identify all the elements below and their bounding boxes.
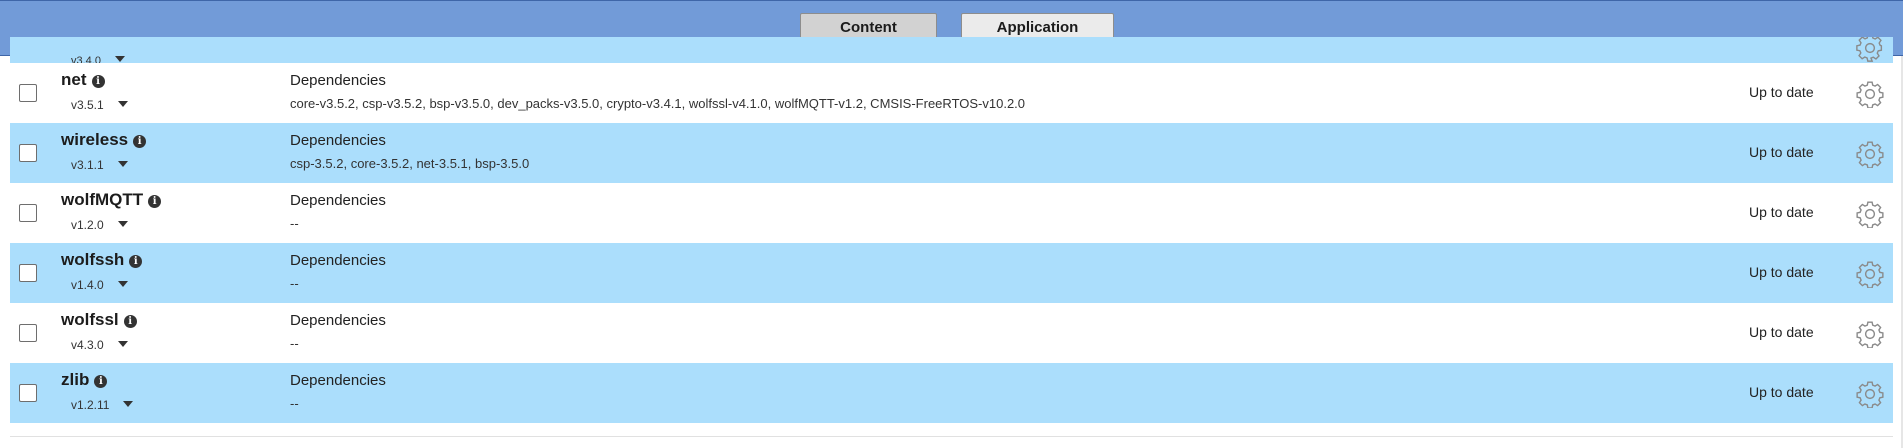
dependencies-list: csp-3.5.2, core-3.5.2, net-3.5.1, bsp-3.… — [290, 156, 530, 171]
dependencies-list: core-v3.5.2, csp-v3.5.2, bsp-v3.5.0, dev… — [290, 96, 1026, 111]
status-text: Up to date — [1749, 324, 1814, 340]
caret-down-icon — [117, 281, 128, 287]
gear-icon[interactable] — [1856, 380, 1884, 408]
gear-icon[interactable] — [1856, 140, 1884, 168]
dependencies-list: -- — [290, 396, 299, 411]
caret-down-icon — [123, 401, 134, 407]
select-checkbox[interactable] — [19, 384, 37, 402]
gear-icon[interactable] — [1856, 200, 1884, 228]
version-dropdown[interactable]: v3.1.1 — [71, 158, 128, 172]
package-row: zlib i v1.2.11 Dependencies -- Up to date — [10, 363, 1893, 423]
version-dropdown[interactable]: v4.3.0 — [71, 338, 128, 352]
gear-icon[interactable] — [1856, 320, 1884, 348]
version-dropdown[interactable]: v3.5.1 — [71, 98, 128, 112]
version-dropdown[interactable]: v1.2.0 — [71, 218, 128, 232]
select-checkbox[interactable] — [19, 264, 37, 282]
caret-down-icon — [117, 341, 128, 347]
status-text: Up to date — [1749, 384, 1814, 400]
package-name-text: wolfMQTT — [61, 190, 144, 209]
version-text: v1.2.11 — [71, 398, 110, 412]
package-name-text: net — [61, 70, 87, 89]
caret-down-icon — [117, 161, 128, 167]
package-row: wireless i v3.1.1 Dependencies csp-3.5.2,… — [10, 123, 1893, 183]
select-checkbox[interactable] — [19, 84, 37, 102]
info-icon[interactable]: i — [129, 255, 143, 268]
dependencies-label: Dependencies — [290, 312, 386, 329]
status-text: Up to date — [1749, 264, 1814, 280]
package-name-text: wolfssl — [61, 310, 119, 329]
info-icon[interactable]: i — [133, 135, 147, 148]
package-name: zlib i — [61, 370, 108, 390]
package-name: net i — [61, 70, 105, 90]
gear-icon[interactable] — [1856, 37, 1884, 62]
gear-icon[interactable] — [1856, 80, 1884, 108]
version-text: v1.2.0 — [71, 218, 104, 232]
version-text: v4.3.0 — [71, 338, 104, 352]
info-icon[interactable]: i — [123, 315, 137, 328]
status-text: Up to date — [1749, 84, 1814, 100]
package-name: wolfssl i — [61, 310, 137, 330]
dependencies-list: -- — [290, 276, 299, 291]
info-icon[interactable]: i — [94, 375, 108, 388]
package-name-text: wolfssh — [61, 250, 125, 269]
dependencies-label: Dependencies — [290, 132, 386, 149]
package-row: net i v3.5.1 Dependencies core-v3.5.2, cs… — [10, 63, 1893, 123]
version-text: v1.4.0 — [71, 278, 104, 292]
gear-icon[interactable] — [1856, 260, 1884, 288]
dependencies-label: Dependencies — [290, 372, 386, 389]
info-icon[interactable]: i — [148, 195, 162, 208]
info-icon[interactable]: i — [91, 75, 105, 88]
package-name: wolfMQTT i — [61, 190, 162, 210]
version-text: v3.5.1 — [71, 98, 104, 112]
version-text: v3.1.1 — [71, 158, 104, 172]
package-row: wolfssh i v1.4.0 Dependencies -- Up to da… — [10, 243, 1893, 303]
package-name: wolfssh i — [61, 250, 143, 270]
package-name-text: zlib — [61, 370, 90, 389]
caret-down-icon — [117, 221, 128, 227]
dependencies-list: -- — [290, 216, 299, 231]
package-row: wolfMQTT i v1.2.0 Dependencies -- Up to d… — [10, 183, 1893, 243]
dependencies-label: Dependencies — [290, 72, 386, 89]
list-bottom-border — [10, 436, 1893, 437]
caret-down-icon — [114, 56, 125, 62]
dependencies-label: Dependencies — [290, 252, 386, 269]
status-text: Up to date — [1749, 144, 1814, 160]
package-name: wireless i — [61, 130, 147, 150]
select-checkbox[interactable] — [19, 204, 37, 222]
select-checkbox[interactable] — [19, 324, 37, 342]
dependencies-list: -- — [290, 336, 299, 351]
package-row: wolfssl i v4.3.0 Dependencies -- Up to da… — [10, 303, 1893, 363]
status-text: Up to date — [1749, 204, 1814, 220]
dependencies-label: Dependencies — [290, 192, 386, 209]
package-name-text: wireless — [61, 130, 129, 149]
version-dropdown[interactable]: v1.4.0 — [71, 278, 128, 292]
select-checkbox[interactable] — [19, 144, 37, 162]
caret-down-icon — [117, 101, 128, 107]
version-dropdown[interactable]: v1.2.11 — [71, 398, 134, 412]
